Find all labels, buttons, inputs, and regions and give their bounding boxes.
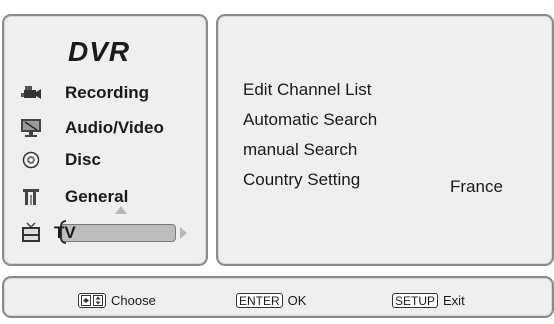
hint-exit-label: Exit [443, 293, 465, 308]
sidebar-item-label: TV [54, 223, 76, 242]
sidebar-item-tv[interactable]: TV [20, 220, 76, 246]
hint-exit: SETUP Exit [392, 293, 465, 308]
enter-key: ENTER [236, 293, 283, 308]
sidebar-item-label: General [65, 187, 129, 206]
country-setting-value[interactable]: France [450, 177, 503, 197]
sidebar-item-label: Recording [65, 83, 150, 102]
sidebar-item-label: Audio/Video [65, 118, 164, 137]
camcorder-icon [20, 83, 42, 103]
arrow-keys-icon [78, 293, 106, 308]
option-automatic-search[interactable]: Automatic Search [243, 110, 377, 130]
hint-choose: Choose [78, 293, 156, 308]
sidebar-item-audio-video[interactable]: Audio/Video [20, 115, 164, 141]
sidebar-item-recording[interactable]: Recording [20, 80, 149, 106]
hint-ok-label: OK [287, 293, 307, 308]
sidebar-item-label: Disc [65, 150, 101, 169]
hint-choose-label: Choose [111, 293, 156, 308]
option-manual-search[interactable]: manual Search [243, 140, 357, 160]
sidebar-item-general[interactable]: General [20, 184, 128, 210]
dvr-title: DVR [68, 36, 131, 67]
scroll-up-arrow-icon[interactable] [115, 206, 127, 214]
enter-submenu-arrow-icon[interactable] [180, 227, 187, 239]
setup-key: SETUP [392, 293, 439, 308]
selected-item-highlight [60, 224, 176, 242]
disc-icon [20, 150, 42, 170]
general-settings-icon [20, 187, 42, 207]
sidebar-item-disc[interactable]: Disc [20, 147, 101, 173]
tv-icon [20, 222, 42, 243]
hint-ok: ENTER OK [236, 293, 306, 308]
monitor-icon [20, 118, 42, 138]
option-country-setting[interactable]: Country Setting [243, 170, 360, 190]
option-edit-channel-list[interactable]: Edit Channel List [243, 80, 372, 100]
